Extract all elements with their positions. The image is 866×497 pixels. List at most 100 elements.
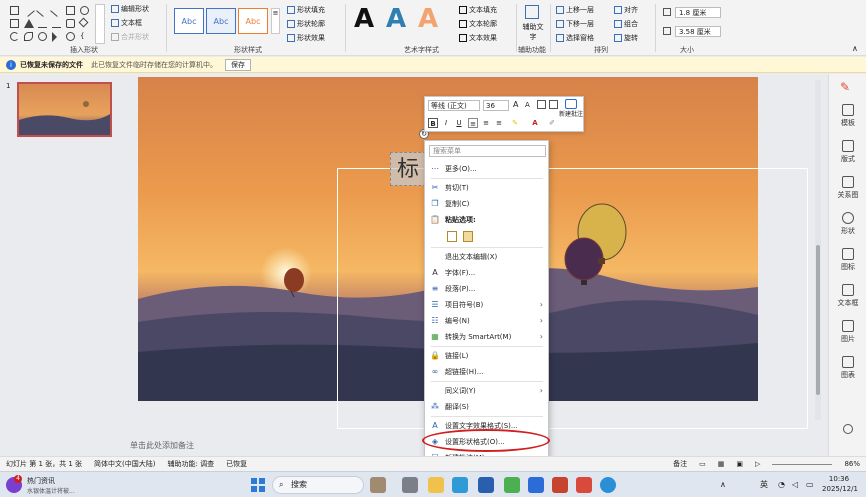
scrollbar-thumb[interactable] bbox=[816, 245, 820, 395]
wifi-icon[interactable]: ◔ bbox=[778, 480, 785, 489]
rounded-shape-icon[interactable] bbox=[66, 19, 75, 28]
rail-item-pictures[interactable]: 图片 bbox=[829, 320, 866, 344]
font-color-icon[interactable]: A bbox=[530, 118, 540, 128]
italic-button[interactable]: I bbox=[441, 118, 451, 128]
rail-item-textbox[interactable]: 文本框 bbox=[829, 284, 866, 308]
align-left-icon[interactable]: ≡ bbox=[468, 118, 478, 128]
brace-shape-icon[interactable]: { bbox=[80, 32, 89, 41]
align-right-icon[interactable]: ≡ bbox=[494, 118, 504, 128]
windows-start-icon[interactable] bbox=[250, 477, 266, 493]
rail-item-shapes[interactable]: 形状 bbox=[829, 212, 866, 236]
menu-item-bullets[interactable]: ☰ 项目符号(B) › bbox=[425, 297, 548, 312]
shape-effects-button[interactable]: 形状效果 bbox=[287, 33, 325, 43]
slide-thumbnail[interactable] bbox=[17, 82, 112, 137]
menu-item-cut[interactable]: ✂ 剪切(T) bbox=[425, 180, 548, 195]
text-box-button[interactable]: 文本框 bbox=[111, 18, 142, 28]
taskbar-app-taskview-icon[interactable] bbox=[402, 477, 418, 493]
merge-shape-button[interactable]: 合并形状 bbox=[111, 32, 149, 42]
designer-icon[interactable]: ✎ bbox=[840, 80, 854, 94]
sorter-view-icon[interactable]: ▦ bbox=[718, 460, 725, 468]
menu-item-link[interactable]: 🔒 链接(L) bbox=[425, 348, 548, 363]
language-status[interactable]: 简体中文(中国大陆) bbox=[94, 459, 155, 469]
alt-text-label[interactable]: 辅助文字 bbox=[522, 22, 544, 42]
accessibility-status[interactable]: 辅助功能: 调查 bbox=[168, 459, 215, 469]
rectangle-shape-icon[interactable] bbox=[66, 6, 75, 15]
shape-gallery-scroll[interactable] bbox=[95, 4, 105, 44]
alt-text-icon[interactable] bbox=[525, 5, 539, 19]
edit-shape-button[interactable]: 编辑形状 bbox=[111, 4, 149, 14]
play-shape-icon[interactable] bbox=[52, 32, 57, 42]
style-sample-blue2[interactable]: Abc bbox=[206, 8, 236, 34]
word-icon[interactable] bbox=[478, 477, 494, 493]
arrow2-shape-icon[interactable] bbox=[50, 4, 63, 17]
rail-item-layout[interactable]: 版式 bbox=[829, 140, 866, 164]
height-input[interactable]: 1.8 厘米 bbox=[675, 7, 721, 18]
group-button[interactable]: 组合 bbox=[614, 19, 638, 29]
layout-small-icon[interactable] bbox=[549, 100, 558, 109]
menu-item-smartart[interactable]: ▦ 转换为 SmartArt(M) › bbox=[425, 329, 548, 344]
arc-shape-icon[interactable] bbox=[10, 32, 19, 41]
context-menu-search[interactable]: 搜索菜单 bbox=[429, 145, 546, 157]
settings-icon[interactable] bbox=[843, 424, 853, 434]
highlight-icon[interactable]: ✎ bbox=[510, 118, 520, 128]
clock-time[interactable]: 10:36 bbox=[822, 475, 856, 483]
width-input[interactable]: 3.58 厘米 bbox=[675, 26, 721, 37]
send-backward-button[interactable]: 下移一层 bbox=[556, 19, 594, 29]
news-subtitle[interactable]: 水银体温计将被... bbox=[27, 486, 75, 495]
new-comment-label[interactable]: 新建批注 bbox=[559, 111, 583, 118]
placeholder-selection-outline[interactable] bbox=[337, 168, 808, 429]
rect2-shape-icon[interactable] bbox=[10, 19, 19, 28]
battery-icon[interactable]: ▭ bbox=[806, 480, 814, 489]
file-explorer-icon[interactable] bbox=[428, 477, 444, 493]
edge-browser-icon[interactable] bbox=[452, 477, 468, 493]
taskbar-search[interactable]: ⌕ 搜索 bbox=[272, 476, 364, 494]
menu-item-synonyms[interactable]: 同义词(Y) › bbox=[425, 383, 548, 398]
menu-item-numbering[interactable]: ☷ 编号(N) › bbox=[425, 313, 548, 328]
circle-shape-icon[interactable] bbox=[38, 32, 47, 41]
style-sample-orange[interactable]: Abc bbox=[238, 8, 268, 34]
format-painter-icon[interactable]: ✐ bbox=[547, 118, 557, 128]
align-button[interactable]: 对齐 bbox=[614, 5, 638, 15]
collapse-ribbon-icon[interactable]: ∧ bbox=[852, 44, 858, 53]
rail-item-diagram[interactable]: 关系图 bbox=[829, 176, 866, 200]
zoom-slider[interactable] bbox=[772, 463, 833, 465]
text-outline-button[interactable]: 文本轮廓 bbox=[459, 19, 497, 29]
rail-item-icons[interactable]: 图标 bbox=[829, 248, 866, 272]
bold-button[interactable]: B bbox=[428, 118, 438, 128]
rail-item-charts[interactable]: 图表 bbox=[829, 356, 866, 380]
menu-item-more[interactable]: ⋯ 更多(O)... bbox=[425, 161, 548, 176]
shrink-font-icon[interactable]: A bbox=[525, 101, 530, 109]
wechat-icon[interactable] bbox=[504, 477, 520, 493]
line3-shape-icon[interactable] bbox=[52, 19, 61, 28]
taskbar-app-photo-icon[interactable] bbox=[370, 477, 386, 493]
menu-item-hyperlink[interactable]: ∞ 超链接(H)... bbox=[425, 364, 548, 379]
text-fill-button[interactable]: 文本填充 bbox=[459, 5, 497, 15]
reading-view-icon[interactable]: ▣ bbox=[736, 460, 743, 468]
align-center-icon[interactable]: ≡ bbox=[481, 118, 491, 128]
menu-item-exit-text-edit[interactable]: 退出文本编辑(X) bbox=[425, 249, 548, 264]
font-size-select[interactable]: 36 bbox=[483, 100, 509, 111]
powerpoint-icon[interactable] bbox=[552, 477, 568, 493]
text-effects-button[interactable]: 文本效果 bbox=[459, 33, 497, 43]
underline-button[interactable]: U bbox=[454, 118, 464, 128]
line-shape-icon[interactable] bbox=[22, 4, 35, 17]
zoom-level[interactable]: 86% bbox=[844, 460, 860, 468]
style-sample-blue[interactable]: Abc bbox=[174, 8, 204, 34]
paste-keep-format-icon[interactable] bbox=[447, 231, 457, 242]
wordart-sample-black[interactable]: A bbox=[354, 4, 374, 34]
ime-indicator[interactable]: 英 bbox=[760, 479, 768, 490]
menu-item-copy[interactable]: ❐ 复制(C) bbox=[425, 196, 548, 211]
slideshow-icon[interactable]: ▷ bbox=[755, 460, 760, 468]
circle2-shape-icon[interactable] bbox=[66, 32, 75, 41]
rail-item-templates[interactable]: 模板 bbox=[829, 104, 866, 128]
oval-shape-icon[interactable] bbox=[80, 6, 89, 15]
new-comment-icon[interactable] bbox=[565, 99, 577, 109]
app-red-icon[interactable] bbox=[576, 477, 592, 493]
menu-item-translate[interactable]: ⁂ 翻译(S) bbox=[425, 399, 548, 414]
notes-toggle-button[interactable]: 备注 bbox=[673, 459, 687, 469]
paste-text-only-icon[interactable] bbox=[463, 231, 473, 242]
diamond-shape-icon[interactable] bbox=[78, 17, 89, 28]
textbox-shape-icon[interactable] bbox=[10, 6, 19, 15]
bring-forward-button[interactable]: 上移一层 bbox=[556, 5, 594, 15]
clock-date[interactable]: 2025/12/1 bbox=[818, 485, 862, 493]
